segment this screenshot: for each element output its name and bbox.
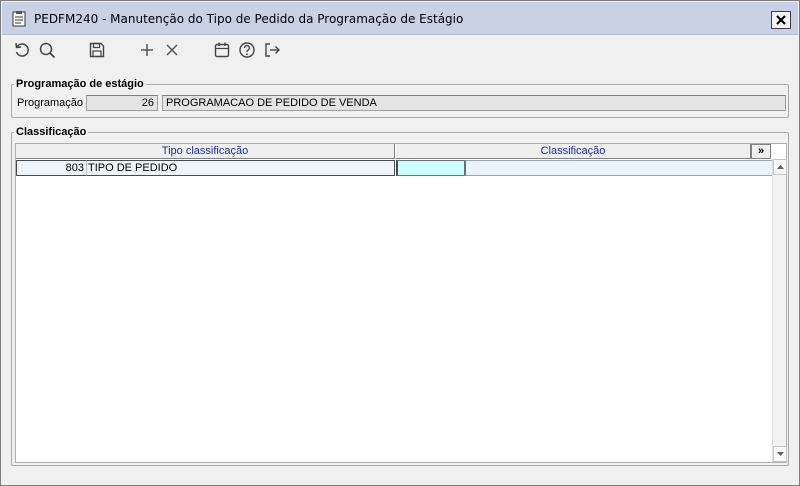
programacao-description-field: PROGRAMACAO DE PEDIDO DE VENDA <box>162 95 786 111</box>
scroll-up-button[interactable] <box>773 159 787 175</box>
tipo-code-cell[interactable]: 803 <box>16 160 87 176</box>
close-icon <box>776 15 786 25</box>
scroll-down-button[interactable] <box>773 446 787 462</box>
programacao-legend: Programação de estágio <box>16 78 144 90</box>
main-window: PEDFM240 - Manutenção do Tipo de Pedido … <box>0 0 800 486</box>
calendar-icon <box>214 42 230 58</box>
vertical-scrollbar[interactable] <box>772 159 787 462</box>
close-button[interactable] <box>771 11 791 29</box>
programacao-code-field[interactable]: 26 <box>86 95 158 111</box>
add-button[interactable] <box>137 40 157 60</box>
toolbar <box>2 35 798 65</box>
exit-button[interactable] <box>262 40 282 60</box>
classificacao-name-cell[interactable] <box>465 160 772 176</box>
calendar-button[interactable] <box>212 40 232 60</box>
search-icon <box>39 42 56 59</box>
save-button[interactable] <box>87 40 107 60</box>
help-icon <box>239 42 255 58</box>
add-icon <box>141 44 153 56</box>
document-icon <box>12 11 26 27</box>
title-bar: PEDFM240 - Manutenção do Tipo de Pedido … <box>2 2 798 35</box>
exit-icon <box>265 43 280 57</box>
column-header-classificacao[interactable]: Classificação <box>395 144 751 159</box>
column-header-tipo[interactable]: Tipo classificação <box>16 144 395 159</box>
programacao-label: Programação <box>17 97 84 109</box>
arrow-up-icon <box>776 165 784 169</box>
grid-header: Tipo classificação Classificação » <box>16 144 786 159</box>
delete-icon <box>166 44 178 56</box>
refresh-button[interactable] <box>12 40 32 60</box>
arrow-down-icon <box>776 452 784 456</box>
tipo-name-cell[interactable]: TIPO DE PEDIDO <box>87 160 395 176</box>
more-columns-button[interactable]: » <box>751 144 771 159</box>
help-button[interactable] <box>237 40 257 60</box>
classificacao-grid: Tipo classificação Classificação » 803 T… <box>15 143 787 463</box>
table-row[interactable]: 803 TIPO DE PEDIDO <box>16 160 772 176</box>
save-icon <box>89 42 105 58</box>
refresh-icon <box>15 42 29 57</box>
classificacao-code-cell[interactable] <box>396 160 465 176</box>
search-button[interactable] <box>37 40 57 60</box>
delete-button[interactable] <box>162 40 182 60</box>
classificacao-legend: Classificação <box>16 126 87 138</box>
window-title: PEDFM240 - Manutenção do Tipo de Pedido … <box>34 12 464 26</box>
